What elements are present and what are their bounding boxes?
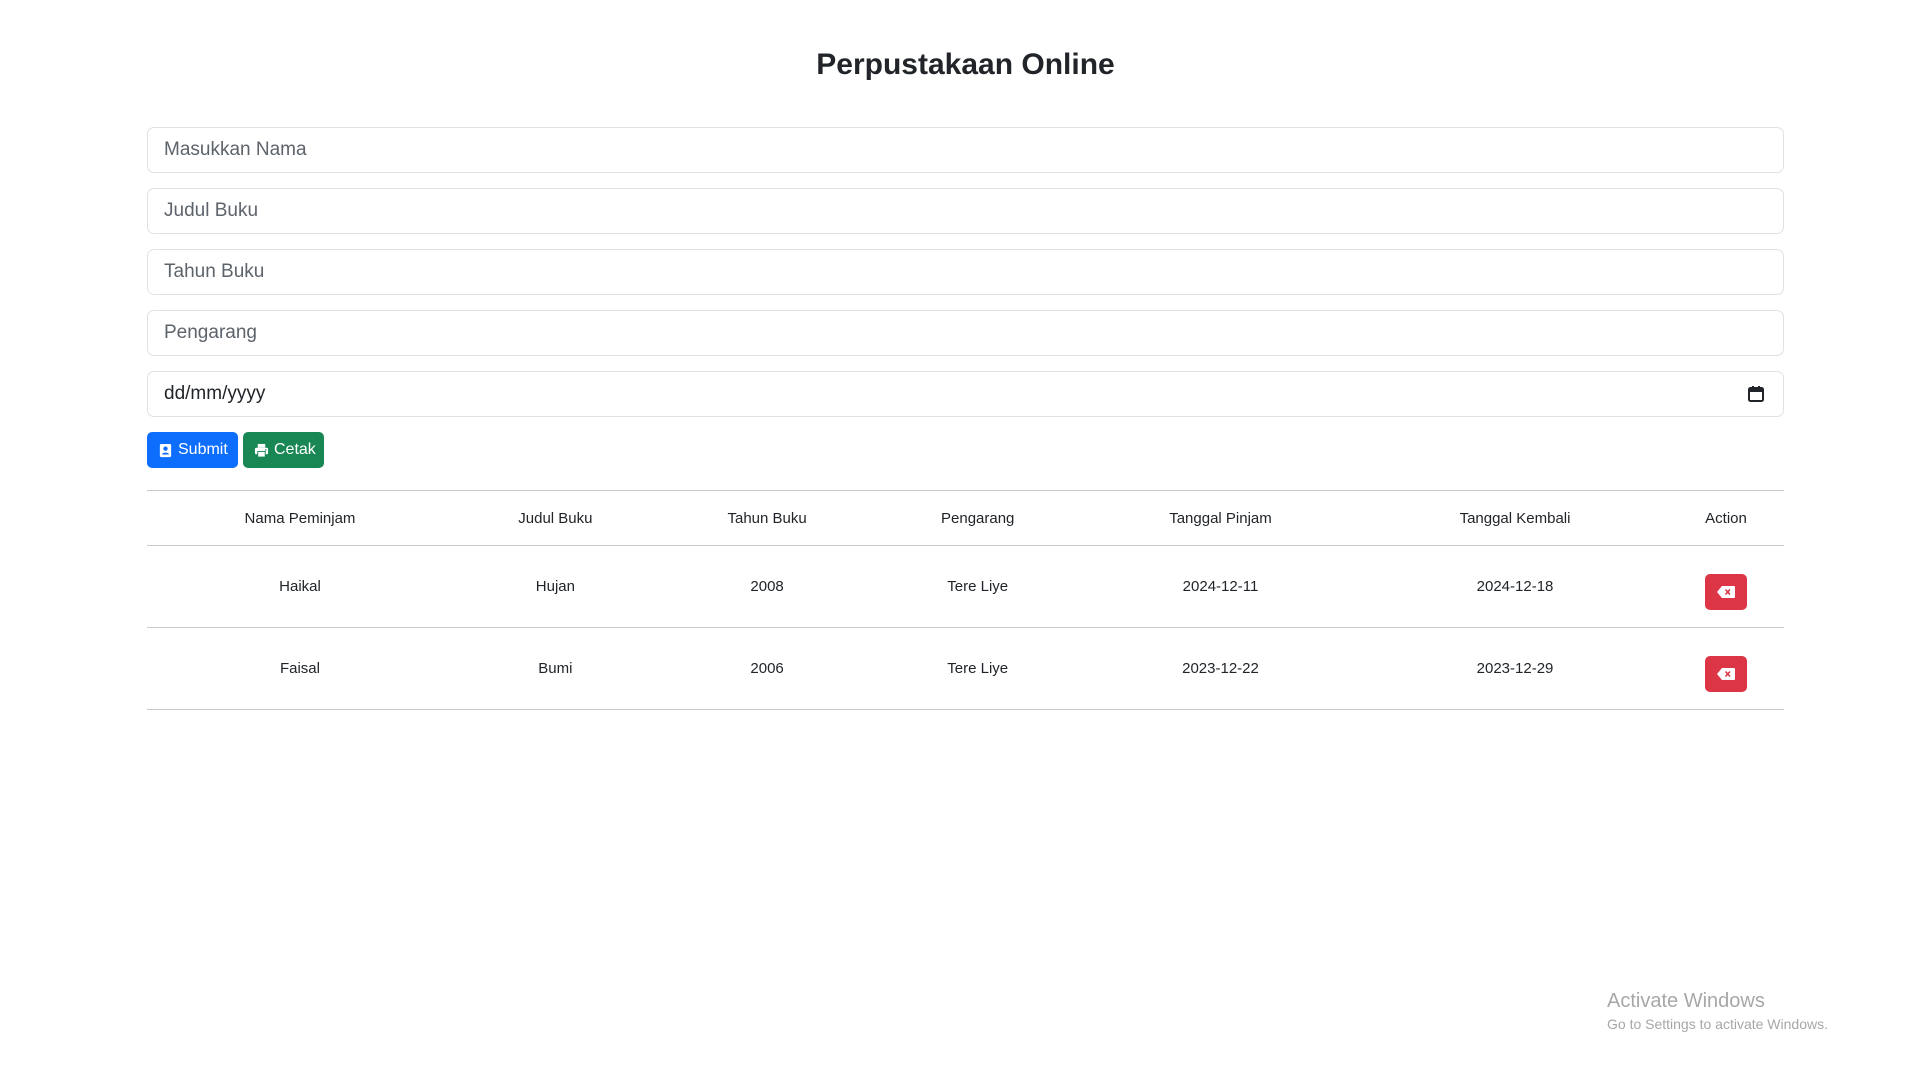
borrow-table: Nama Peminjam Judul Buku Tahun Buku Peng… (147, 490, 1784, 710)
date-input[interactable]: dd/mm/yyyy (147, 371, 1784, 417)
tahun-buku-input[interactable] (148, 250, 1783, 294)
col-nama-peminjam: Nama Peminjam (244, 509, 356, 527)
watermark-subtitle: Go to Settings to activate Windows. (1607, 1016, 1828, 1032)
cell-tanggal-kembali: 2023-12-29 (1476, 660, 1554, 677)
borrow-form: dd/mm/yyyy Su (147, 127, 1784, 468)
col-pengarang: Pengarang (941, 509, 1015, 527)
table-row: Faisal Bumi 2006 Tere Liye 2023-12-22 20… (147, 628, 1784, 710)
col-tanggal-kembali: Tanggal Kembali (1459, 509, 1571, 527)
table-row: Haikal Hujan 2008 Tere Liye 2024-12-11 2… (147, 546, 1784, 628)
date-placeholder: dd/mm/yyyy (164, 383, 266, 404)
cell-tanggal-pinjam: 2024-12-11 (1182, 578, 1259, 595)
cetak-label: Cetak (274, 441, 316, 458)
cell-pengarang: Tere Liye (947, 660, 1009, 677)
page: Perpustakaan Online dd/mm/yyyy (0, 0, 1920, 1080)
calendar-icon[interactable] (1747, 385, 1765, 403)
submit-label: Submit (178, 441, 228, 458)
cell-nama: Haikal (279, 578, 321, 595)
address-card-icon (159, 443, 172, 457)
delete-backspace-icon (1717, 585, 1736, 598)
nama-input[interactable] (148, 128, 1783, 172)
cell-action (1668, 628, 1784, 710)
judul-buku-input[interactable] (148, 189, 1783, 233)
judul-field-wrapper (147, 188, 1784, 234)
table-header-row: Nama Peminjam Judul Buku Tahun Buku Peng… (147, 490, 1784, 546)
form-actions: Submit Cetak (147, 432, 1784, 468)
cell-nama: Faisal (279, 660, 320, 677)
pengarang-field-wrapper (147, 310, 1784, 356)
cetak-button[interactable]: Cetak (243, 432, 324, 468)
delete-button[interactable] (1705, 655, 1748, 692)
cell-tanggal-pinjam: 2023-12-22 (1182, 660, 1259, 677)
cell-tahun: 2006 (750, 660, 784, 677)
watermark-title: Activate Windows (1607, 990, 1765, 1012)
delete-button[interactable] (1705, 573, 1748, 610)
delete-backspace-icon (1717, 667, 1736, 680)
col-judul-buku: Judul Buku (518, 509, 593, 527)
tahun-field-wrapper (147, 249, 1784, 295)
cell-tahun: 2008 (750, 578, 784, 595)
pengarang-input[interactable] (148, 311, 1783, 355)
col-action: Action (1705, 509, 1747, 527)
cell-action (1668, 546, 1784, 628)
cell-judul: Hujan (535, 578, 575, 595)
page-title: Perpustakaan Online (816, 48, 1115, 81)
activate-windows-watermark: Activate Windows Go to Settings to activ… (1607, 988, 1828, 1034)
submit-button[interactable]: Submit (147, 432, 238, 468)
cell-tanggal-kembali: 2024-12-18 (1476, 578, 1554, 595)
cell-judul: Bumi (538, 660, 573, 677)
nama-field-wrapper (147, 127, 1784, 173)
printer-icon (254, 443, 269, 458)
main-container: Perpustakaan Online dd/mm/yyyy (147, 0, 1784, 710)
cell-pengarang: Tere Liye (947, 578, 1009, 595)
col-tahun-buku: Tahun Buku (727, 509, 807, 527)
col-tanggal-pinjam: Tanggal Pinjam (1169, 509, 1272, 527)
